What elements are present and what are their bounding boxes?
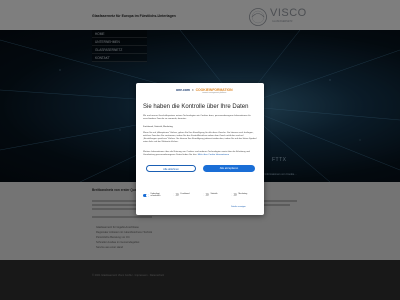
dialog-title: Sie haben die Kontrolle über Ihre Daten <box>143 104 249 110</box>
show-details-link[interactable]: Details anzeigen <box>231 206 246 208</box>
consent-toggles: Unbedingt erforderlich Funktional Statis… <box>143 193 259 201</box>
toggle-statistics[interactable]: Statistik <box>203 193 218 197</box>
more-info-text: Weitere Informationen über die Nutzung v… <box>143 151 250 156</box>
consent-brand: one.com x COOKIEINFORMATION consent mana… <box>176 88 233 96</box>
toggle-label: Funktional <box>180 193 190 196</box>
dialog-body: Wenn Sie auf „Akzeptieren“ klicken, gebe… <box>143 132 257 143</box>
brand-onecom: one.com <box>176 88 190 92</box>
toggle-label: Marketing <box>238 193 248 196</box>
deny-all-button[interactable]: Alle ablehnen <box>146 165 196 172</box>
dialog-more-info: Weitere Informationen über die Nutzung v… <box>143 151 257 157</box>
page: Glasfasernetz für Europa im Fürstlichs-U… <box>0 0 400 300</box>
toggle-switch-icon <box>203 193 209 197</box>
cookie-consent-dialog: one.com x COOKIEINFORMATION consent mana… <box>136 83 264 215</box>
brand-subtitle: consent management platform <box>202 92 227 94</box>
more-info-link[interactable]: Mehr über Cookie Informationen <box>198 154 229 156</box>
toggle-label: Statistik <box>210 193 218 196</box>
toggle-switch-icon <box>143 193 149 197</box>
toggle-label: Unbedingt erforderlich <box>150 193 161 198</box>
toggle-switch-icon <box>231 193 237 197</box>
toggle-functional[interactable]: Funktional <box>173 193 190 197</box>
accept-all-button[interactable]: Alle akzeptieren <box>203 165 255 172</box>
toggle-necessary[interactable]: Unbedingt erforderlich <box>143 193 169 198</box>
toggle-marketing[interactable]: Marketing <box>231 193 248 197</box>
dialog-purposes: Funktional, Statistik, Marketing <box>143 126 173 128</box>
brand-separator: x <box>191 88 194 92</box>
toggle-switch-icon <box>173 193 179 197</box>
dialog-intro: Wir und unsere Geschäftspartner nutzen T… <box>143 115 251 120</box>
